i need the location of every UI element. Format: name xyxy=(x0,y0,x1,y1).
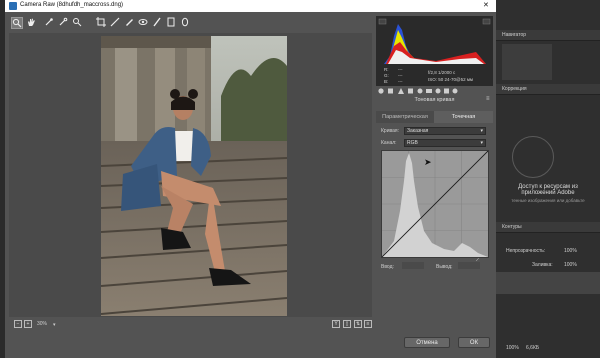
opacity-value[interactable]: 100% xyxy=(564,248,577,254)
fill-label: Заливка: xyxy=(532,262,553,268)
output-label: Вывод: xyxy=(436,264,453,270)
panel-menu-icon[interactable]: ≡ xyxy=(486,96,490,102)
crop-icon[interactable] xyxy=(95,17,107,29)
targeted-adjustment-icon[interactable] xyxy=(71,17,83,29)
zoom-dropdown-icon[interactable]: ▾ xyxy=(53,322,56,328)
corrections-label: Коррекция xyxy=(502,86,527,92)
tab-point[interactable]: Точечная xyxy=(434,111,493,123)
tone-curve-graph[interactable]: ➤ xyxy=(381,150,489,258)
zoom-level[interactable]: 30% xyxy=(37,321,47,327)
chevron-down-icon: ▾ xyxy=(480,140,483,146)
channel-label: Канал: xyxy=(381,140,397,146)
panel-title: Тоновая кривая xyxy=(414,97,455,103)
view-y-icon[interactable]: Y xyxy=(332,320,340,328)
navigator-panel-header[interactable]: Навигатор xyxy=(496,30,600,41)
b-value: --- xyxy=(398,79,403,84)
r-value: --- xyxy=(398,67,403,72)
panel-tab-icons[interactable] xyxy=(376,86,493,96)
g-label: G: xyxy=(384,73,389,78)
photo-image xyxy=(101,36,287,316)
navigator-label: Навигатор xyxy=(502,32,527,38)
channel-select[interactable]: RGB ▾ xyxy=(404,139,486,147)
histogram-graph xyxy=(378,18,491,64)
preview-bottom-bar: − + 30% ▾ Y ▯ ⇅ ≡ xyxy=(9,318,372,330)
layer-row[interactable] xyxy=(496,272,600,294)
channel-select-value: RGB xyxy=(407,140,418,146)
input-field[interactable] xyxy=(402,262,424,269)
spot-removal-icon[interactable] xyxy=(123,17,135,29)
exposure-info: f/2,8 1/2000 с xyxy=(428,70,456,75)
navigator-thumb xyxy=(502,44,552,80)
radial-filter-icon[interactable] xyxy=(179,17,191,29)
curve-label: Кривая: xyxy=(381,128,399,134)
zoom-tool-icon[interactable] xyxy=(11,17,23,29)
panel-icons-row xyxy=(376,86,493,96)
adjustment-brush-icon[interactable] xyxy=(151,17,163,29)
tone-curve-svg xyxy=(381,150,489,258)
chevron-down-icon: ▾ xyxy=(480,128,483,134)
rgb-readout: R: G: B: --- --- --- f/2,8 1/2000 с ISO:… xyxy=(376,66,493,86)
fill-value[interactable]: 100% xyxy=(564,262,577,268)
camera-raw-logo-icon xyxy=(9,2,17,10)
zoom-in-icon[interactable]: + xyxy=(24,320,32,328)
g-value: --- xyxy=(398,73,403,78)
zoom-out-icon[interactable]: − xyxy=(14,320,22,328)
view-compare-icon[interactable]: ▯ xyxy=(343,320,351,328)
iso-info: ISO: 50 24-70@52 мм xyxy=(428,77,474,82)
curve-select[interactable]: Заказная ▾ xyxy=(404,127,486,135)
cancel-button[interactable]: Отмена xyxy=(404,337,450,348)
b-label: B: xyxy=(384,79,389,84)
close-icon[interactable]: ✕ xyxy=(483,1,489,9)
input-label: Ввод: xyxy=(381,264,394,270)
color-sampler-icon[interactable] xyxy=(57,17,69,29)
r-label: R: xyxy=(384,67,389,72)
contours-panel-header[interactable]: Контуры xyxy=(496,222,600,233)
libraries-placeholder-circle xyxy=(512,136,554,178)
tab-parametric[interactable]: Параметрическая xyxy=(376,111,434,123)
photo-preview xyxy=(101,36,287,316)
hand-tool-icon[interactable] xyxy=(25,17,37,29)
window-title: Camera Raw (8dhufdh_maccross.dng) xyxy=(20,2,124,8)
libraries-line-3: тенные изображения или добавьте xyxy=(511,198,585,203)
cursor-pointer-icon: ➤ xyxy=(424,157,432,167)
corrections-panel-header[interactable]: Коррекция xyxy=(496,84,600,95)
red-eye-icon[interactable] xyxy=(137,17,149,29)
libraries-text: Доступ к ресурсам из приложений Adobe те… xyxy=(500,184,596,203)
curve-select-value: Заказная xyxy=(407,128,429,134)
straighten-icon[interactable] xyxy=(109,17,121,29)
graduated-filter-icon[interactable] xyxy=(165,17,177,29)
status-percent: 100% xyxy=(506,345,519,351)
photoshop-right-panels: Навигатор Коррекция Доступ к ресурсам из… xyxy=(496,0,600,358)
ok-button[interactable]: ОК xyxy=(458,337,490,348)
white-balance-icon[interactable] xyxy=(43,17,55,29)
view-swap-icon[interactable]: ⇅ xyxy=(354,320,362,328)
status-size: 6,6КБ xyxy=(526,345,540,351)
opacity-label: Непрозрачность: xyxy=(506,248,546,254)
title-bar: Camera Raw (8dhufdh_maccross.dng) ✕ xyxy=(5,0,496,12)
libraries-line-2: приложений Adobe xyxy=(521,190,575,196)
view-settings-icon[interactable]: ≡ xyxy=(364,320,372,328)
contours-label: Контуры xyxy=(502,224,522,230)
